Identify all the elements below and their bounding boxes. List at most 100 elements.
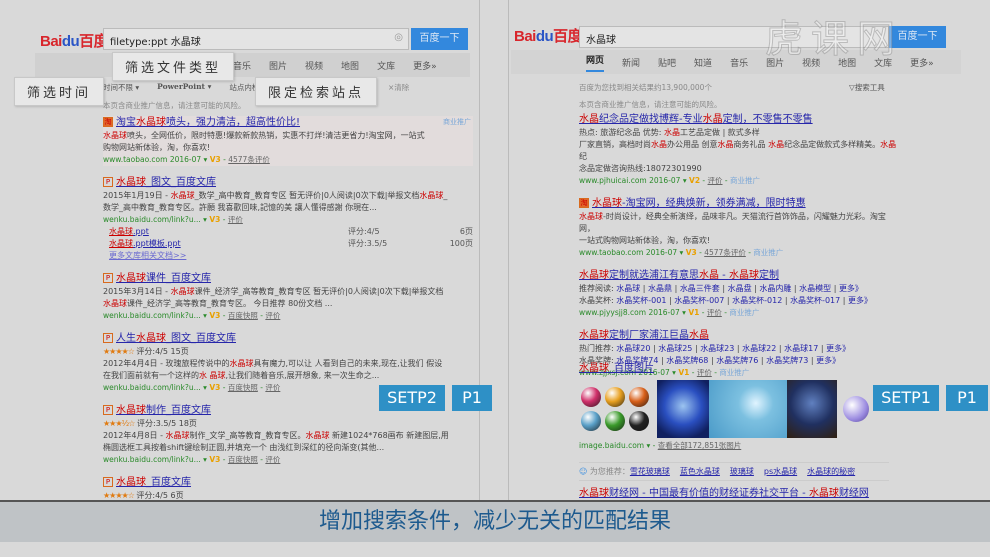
result-title[interactable]: P 水晶球_百度文库	[103, 476, 473, 490]
result-link[interactable]: 4577条评价	[704, 248, 746, 257]
tab-音乐[interactable]: 音乐	[233, 59, 251, 72]
link-row-item[interactable]: 水晶奖杯-001	[616, 296, 666, 305]
thumb-snow-globe[interactable]	[657, 380, 709, 438]
tab-知道[interactable]: 知道	[694, 56, 712, 69]
ppt-file-icon: P	[103, 333, 113, 343]
result-title[interactable]: 淘水晶球-淘宝网，经典焕新，领券满减，限时特惠	[579, 197, 899, 211]
link-row-item[interactable]: 更多》	[848, 296, 872, 305]
thumb-bubbles[interactable]	[709, 380, 787, 438]
link-row-item[interactable]: 水晶球	[616, 284, 640, 293]
result-link[interactable]: 评价	[265, 311, 280, 320]
recommend-link[interactable]: 蓝色水晶球	[680, 467, 720, 476]
result-url[interactable]: wenku.baidu.com/link?u...	[103, 383, 201, 392]
result-url[interactable]: www.pjhuicai.com 2016-07	[579, 176, 680, 185]
ppt-file-icon: P	[103, 273, 113, 283]
orb-thumb[interactable]	[605, 387, 625, 407]
tab-更多»[interactable]: 更多»	[910, 56, 934, 69]
keyword-highlight: 水晶球	[170, 191, 195, 200]
recommend-link[interactable]: 玻璃球	[730, 467, 754, 476]
result-link[interactable]: 评价	[265, 383, 280, 392]
keyword-highlight: 水晶	[768, 140, 785, 149]
step-button[interactable]: SETP2	[379, 385, 445, 411]
result-link[interactable]: 百度快照	[228, 383, 258, 392]
filter-dropdown[interactable]: 时间不限 ▾	[103, 82, 139, 93]
tab-文库[interactable]: 文库	[377, 59, 395, 72]
link-row-item[interactable]: 水晶模型	[799, 284, 831, 293]
result-link[interactable]: 4577条评价	[228, 155, 270, 164]
result-item: 商业推广淘淘宝水晶球喷头，强力清洁，超高性价比! 水晶球喷头，全网低价，限时特惠!…	[103, 116, 473, 166]
result-title[interactable]: P 水晶球课件_百度文库	[103, 272, 473, 286]
orb-thumbnails[interactable]	[579, 385, 657, 433]
more-docs-link[interactable]: 更多文库相关文档>>	[103, 250, 473, 262]
result-title[interactable]: 水晶球定制厂家浦江巨晶水晶	[579, 329, 899, 343]
link-row-item[interactable]: 水晶球25	[658, 344, 692, 353]
clear-filters-button[interactable]: ×清除	[388, 82, 409, 93]
result-url[interactable]: www.taobao.com 2016-07	[579, 248, 677, 257]
page-button[interactable]: P1	[452, 385, 492, 411]
search-button[interactable]: 百度一下	[411, 28, 468, 50]
link-row-item[interactable]: 水晶盘	[728, 284, 752, 293]
thumb-globe-night[interactable]	[787, 380, 837, 438]
tab-图片[interactable]: 图片	[269, 59, 287, 72]
page-button[interactable]: P1	[946, 385, 988, 411]
result-url[interactable]: wenku.baidu.com/link?u...	[103, 215, 201, 224]
link-row-item[interactable]: 水晶奖杯-007	[674, 296, 724, 305]
tab-新闻[interactable]: 新闻	[622, 56, 640, 69]
tab-更多»[interactable]: 更多»	[413, 59, 437, 72]
search-tools-button[interactable]: ▽搜索工具	[849, 82, 885, 93]
orb-thumb[interactable]	[605, 411, 625, 431]
taobao-icon: 淘	[103, 117, 113, 127]
result-url[interactable]: www.taobao.com 2016-07	[103, 155, 201, 164]
keyword-highlight: 水晶球	[728, 270, 759, 281]
link-row-item[interactable]: 水晶鼎	[648, 284, 672, 293]
link-row-item[interactable]: 更多》	[826, 344, 850, 353]
result-url[interactable]: wenku.baidu.com/link?u...	[103, 455, 201, 464]
result-link[interactable]: 评价	[707, 308, 722, 317]
baidu-logo[interactable]: Baidu百度	[40, 30, 109, 51]
link-row-item[interactable]: 水晶奖杯-017	[790, 296, 840, 305]
tab-网页[interactable]: 网页	[586, 53, 605, 72]
result-title[interactable]: P 水晶球_图文_百度文库	[103, 176, 473, 190]
recommend-link[interactable]: 水晶球的秘密	[807, 467, 855, 476]
doc-link[interactable]: 水晶球.ppt	[109, 226, 348, 238]
result-link[interactable]: 评价	[708, 176, 723, 185]
view-all-images-link[interactable]: 查看全部172,851张图片	[658, 441, 742, 450]
doc-link[interactable]: 水晶球.ppt模板.ppt	[109, 238, 348, 250]
tab-视频[interactable]: 视频	[305, 59, 323, 72]
camera-icon[interactable]: ◎	[394, 32, 403, 43]
link-row-item[interactable]: 水晶球23	[700, 344, 734, 353]
result-link[interactable]: 评价	[228, 215, 243, 224]
orb-thumb[interactable]	[629, 387, 649, 407]
tab-贴吧[interactable]: 贴吧	[658, 56, 676, 69]
image-result-title[interactable]: 水晶球_百度图片	[579, 362, 959, 376]
link-row-item[interactable]: 水晶三件套	[680, 284, 720, 293]
result-title[interactable]: 水晶纪念品定做找博辉-专业水晶定制，不零售不零售	[579, 113, 899, 127]
recommend-link[interactable]: ps水晶球	[764, 467, 797, 476]
tab-地图[interactable]: 地图	[341, 59, 359, 72]
baidu-logo[interactable]: Baidu百度	[514, 25, 583, 46]
thumb-purple-orb[interactable]	[843, 396, 869, 422]
recommend-link[interactable]: 雪花玻璃球	[630, 467, 670, 476]
result-link[interactable]: 百度快照	[228, 311, 258, 320]
link-row-item[interactable]: 水晶内雕	[759, 284, 791, 293]
result-link[interactable]: 评价	[265, 455, 280, 464]
orb-thumb[interactable]	[581, 387, 601, 407]
result-link[interactable]: 百度快照	[228, 455, 258, 464]
link-row-item[interactable]: 水晶球17	[784, 344, 818, 353]
result-title[interactable]: P 人生水晶球_图文_百度文库	[103, 332, 473, 346]
tab-音乐[interactable]: 音乐	[730, 56, 748, 69]
link-row-item[interactable]: 更多》	[839, 284, 863, 293]
result-url[interactable]: wenku.baidu.com/link?u...	[103, 311, 201, 320]
step-button[interactable]: SETP1	[873, 385, 939, 411]
result-url[interactable]: www.pjyysjj8.com 2016-07	[579, 308, 680, 317]
filter-dropdown[interactable]: PowerPoint ▾	[157, 82, 211, 93]
result-title[interactable]: 淘淘宝水晶球喷头，强力清洁，超高性价比!	[103, 116, 473, 130]
orb-thumb[interactable]	[581, 411, 601, 431]
link-row-item[interactable]: 水晶球20	[616, 344, 650, 353]
orb-thumb[interactable]	[629, 411, 649, 431]
search-input[interactable]: filetype:ppt 水晶球 ◎	[103, 28, 409, 50]
result-title[interactable]: 水晶球定制就选浦江有意思水晶 - 水晶球定制	[579, 269, 899, 283]
link-row-item[interactable]: 水晶奖杯-012	[732, 296, 782, 305]
link-row-item[interactable]: 水晶球22	[742, 344, 776, 353]
result-title[interactable]: 水晶球财经网 - 中国最有价值的财经证券社交平台 - 水晶球财经网	[579, 487, 959, 501]
